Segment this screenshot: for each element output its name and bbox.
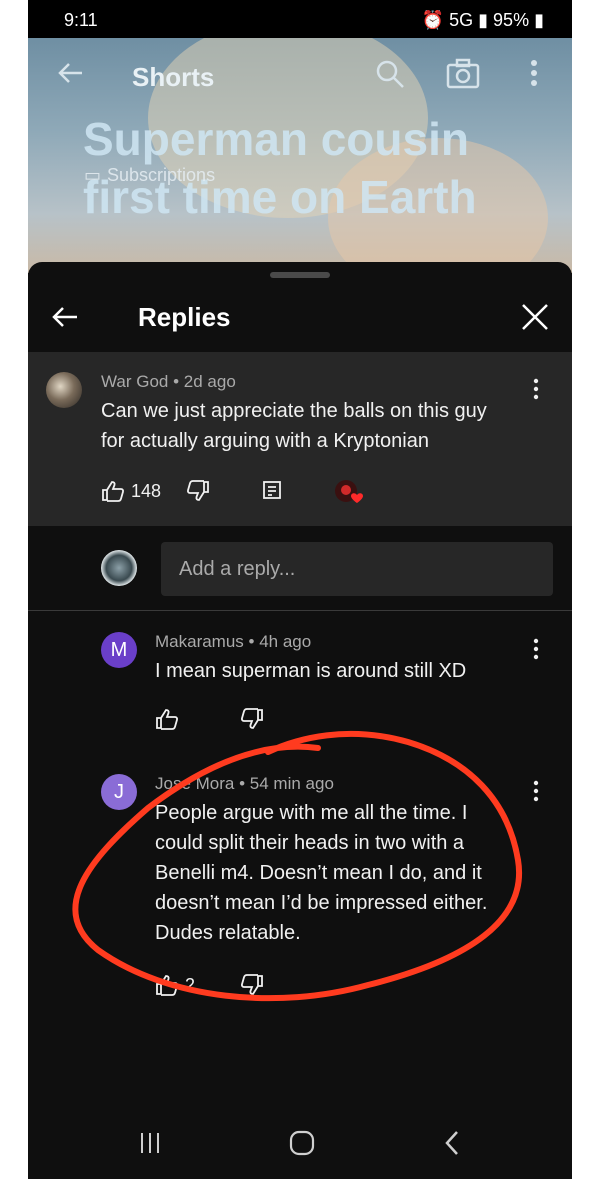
reply-menu-icon[interactable] [530,780,542,807]
avatar-letter: M [110,639,128,661]
like-button[interactable]: 148 [101,480,161,502]
thumbs-down-icon[interactable] [240,974,264,1001]
close-icon[interactable] [520,302,550,337]
add-reply-row: Add a reply... [28,526,572,611]
reply-line: People argue with me all the time. I [155,802,468,824]
shorts-title: Shorts [132,62,215,92]
back-nav-icon[interactable] [442,1129,462,1162]
like-button[interactable]: 2 [155,974,195,996]
thumbs-up-icon[interactable] [155,708,179,735]
thumbs-down-icon[interactable] [240,708,264,735]
battery-label: 95% [493,10,530,30]
reply-text: People argue with me all the time. I cou… [155,798,525,948]
subscriptions-icon: ▭ [84,165,102,185]
reply-menu-icon[interactable] [530,638,542,665]
comment-line: Can we just appreciate the balls on this… [101,400,487,422]
replies-sheet: Replies War God • 2d ago Can we just app… [28,262,572,1179]
more-options-icon[interactable] [528,58,540,93]
home-icon[interactable] [288,1129,316,1162]
search-icon[interactable] [374,58,406,95]
creator-heart-icon [333,478,367,513]
recent-apps-icon[interactable] [138,1131,162,1160]
back-arrow-icon[interactable] [50,302,80,337]
reply-line: doesn’t mean I’d be impressed either. [155,892,488,914]
back-arrow-icon[interactable] [56,58,86,93]
avatar[interactable]: J [101,774,137,810]
like-count: 148 [131,480,162,501]
comment-time: 2d ago [183,372,236,391]
reply-line: Benelli m4. Doesn’t mean I do, and it [155,862,482,884]
reply-meta: Jose Mora • 54 min ago [155,774,334,793]
reply-comment-icon[interactable] [262,480,284,507]
reply-time: 54 min ago [249,774,334,793]
shorts-header: Shorts [28,38,572,112]
comment-line: for actually arguing with a Kryptonian [101,430,429,452]
avatar[interactable]: M [101,632,137,668]
subscriptions-label: Subscriptions [107,165,216,185]
battery-icon: ▮ [534,10,544,30]
reply-author[interactable]: Jose Mora [155,774,234,793]
status-right: ⏰ 5G ▮ 95% ▮ [422,10,544,31]
signal-icon: ▮ [478,10,489,30]
comment-menu-icon[interactable] [530,378,542,405]
reply-line: could split their heads in two with a [155,832,465,854]
parent-comment: War God • 2d ago Can we just appreciate … [28,352,572,526]
status-bar: 9:11 ⏰ 5G ▮ 95% ▮ [28,0,572,38]
avatar-letter: J [114,781,124,803]
comment-author[interactable]: War God [101,372,168,391]
subscriptions-link[interactable]: ▭ Subscriptions [78,165,215,186]
sheet-title: Replies [138,302,231,332]
reply-input[interactable]: Add a reply... [161,542,553,596]
camera-icon[interactable] [446,58,480,95]
reply-line: Dudes relatable. [155,922,301,944]
alarm-icon: ⏰ [421,10,445,30]
phone-screen: 9:11 ⏰ 5G ▮ 95% ▮ Superman cousin first … [28,0,572,1179]
reply-meta: Makaramus • 4h ago [155,632,312,651]
comment-text: Can we just appreciate the balls on this… [101,396,541,456]
network-label: 5G [449,10,474,30]
reply-text: I mean superman is around still XD [155,656,535,686]
drag-handle[interactable] [270,272,330,278]
reply-line: I mean superman is around still XD [155,660,467,682]
thumbs-up-icon [102,481,124,502]
avatar [101,550,137,586]
reply-author[interactable]: Makaramus [155,632,244,651]
sheet-header: Replies [28,282,572,352]
like-count: 2 [185,974,196,995]
avatar[interactable] [46,372,82,408]
comment-meta: War God • 2d ago [101,372,236,391]
android-nav-bar [28,1105,572,1179]
thumbs-up-icon [156,975,178,996]
thumbs-down-icon[interactable] [186,480,210,507]
status-time: 9:11 [64,10,98,30]
reply-time: 4h ago [259,632,312,651]
